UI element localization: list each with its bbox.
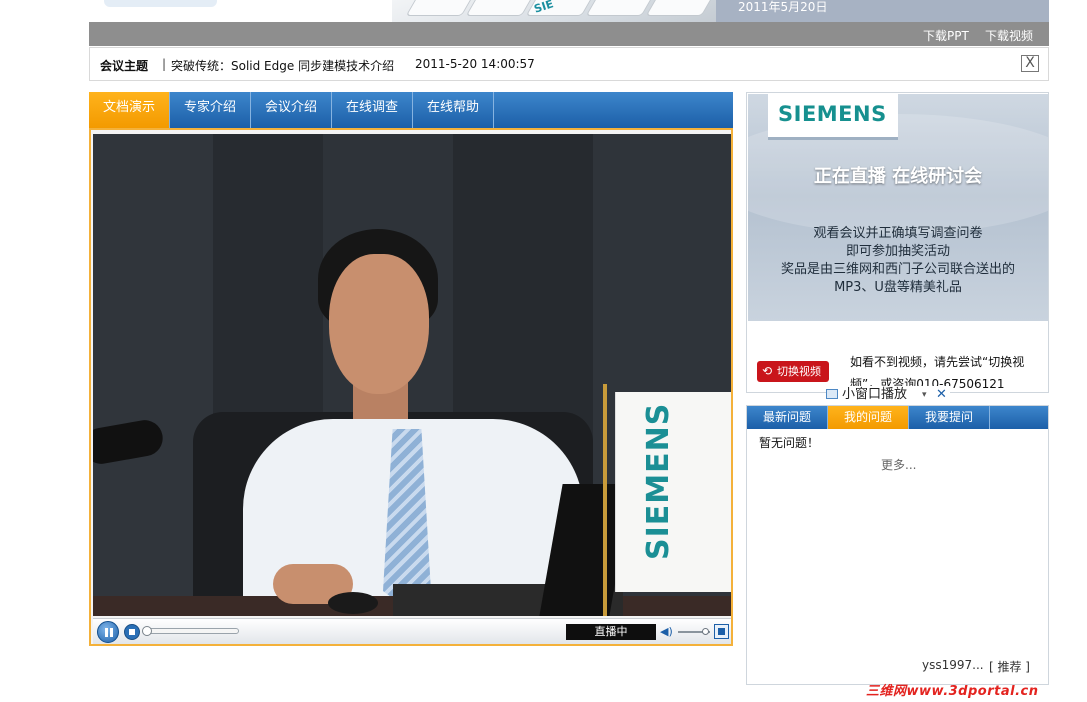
tab-expert-intro[interactable]: 专家介绍: [170, 92, 251, 128]
banner-keyboard-image: SIE: [392, 0, 716, 22]
tab-latest-questions[interactable]: 最新问题: [747, 406, 828, 429]
more-link[interactable]: 更多...: [881, 456, 916, 473]
site-watermark: 三维网www.3dportal.cn: [866, 684, 1039, 699]
keyboard-key: [465, 0, 535, 16]
volume-knob[interactable]: [702, 628, 709, 635]
ad-title: 正在直播 在线研讨会: [813, 166, 983, 187]
ad-line: 观看会议并正确填写调查问卷: [813, 226, 983, 241]
switch-video-button[interactable]: 切换视频: [757, 361, 829, 382]
progress-bar[interactable]: [142, 626, 239, 636]
question-panel: 最新问题 我的问题 我要提问 暂无问题！ 更多... yss1997... [ …: [746, 405, 1049, 685]
topic-label: 会议主题: [100, 59, 149, 73]
topic-separator: |: [162, 57, 167, 71]
computer-mouse: [328, 592, 378, 614]
main-tabs: 文档演示 专家介绍 会议介绍 在线调查 在线帮助: [89, 92, 733, 128]
topic-title: 突破传统：Solid Edge 同步建模技术介绍: [171, 59, 395, 73]
keyboard-key: [585, 0, 655, 16]
tab-online-help[interactable]: 在线帮助: [413, 92, 494, 128]
banner-pill: [104, 0, 217, 7]
volume-slider[interactable]: [678, 628, 710, 635]
progress-knob[interactable]: [142, 626, 152, 636]
pause-icon[interactable]: [97, 621, 119, 643]
stop-icon[interactable]: [124, 624, 140, 640]
question-tabs: 最新问题 我的问题 我要提问: [747, 406, 1048, 429]
tab-my-questions[interactable]: 我的问题: [828, 406, 909, 429]
live-status: 直播中: [566, 624, 656, 640]
top-banner: SIE 2011年5月20日: [89, 0, 1049, 22]
close-icon[interactable]: ✕: [936, 386, 947, 404]
tab-ask-question[interactable]: 我要提问: [909, 406, 990, 429]
volume-icon[interactable]: ◀): [660, 625, 674, 639]
keyboard-key: [405, 0, 475, 16]
mini-window-play-button[interactable]: 小窗口播放 ▾ ✕: [826, 386, 950, 404]
download-bar: 下载PPT 下载视频: [89, 22, 1049, 46]
download-ppt-link[interactable]: 下载PPT: [923, 27, 969, 44]
siemens-flag: SIEMENS: [615, 392, 731, 592]
ad-panel: SIEMENS 正在直播 在线研讨会 观看会议并正确填写调查问卷 即可参加抽奖活…: [746, 92, 1049, 393]
tv-icon: [826, 389, 838, 399]
keyboard-key: [645, 0, 715, 16]
topic-time: 2011-5-20 14:00:57: [415, 57, 535, 71]
recommend-link[interactable]: [ 推荐 ]: [989, 658, 1030, 675]
ad-line: 奖品是由三维网和西门子公司联合送出的: [780, 262, 1015, 277]
ad-banner[interactable]: SIEMENS 正在直播 在线研讨会 观看会议并正确填写调查问卷 即可参加抽奖活…: [748, 94, 1048, 321]
ad-line: MP3、U盘等精美礼品: [834, 280, 962, 295]
video-player: SIEMENS 直播中 ◀): [89, 128, 733, 646]
close-button[interactable]: X: [1021, 55, 1039, 72]
video-help-tip: 如看不到视频，请先尝试“切换视频”，或咨询010-67506121: [850, 355, 1025, 391]
ad-logo-box: SIEMENS: [768, 94, 898, 140]
player-controls: 直播中 ◀): [93, 618, 731, 644]
chevron-down-icon[interactable]: ▾: [922, 386, 927, 404]
mini-window-label: 小窗口播放: [842, 387, 908, 402]
download-video-link[interactable]: 下载视频: [985, 27, 1033, 44]
video-frame[interactable]: SIEMENS: [93, 134, 731, 616]
flag-pole: [603, 384, 607, 616]
user-name[interactable]: yss1997...: [922, 658, 984, 672]
flag-logo-text: SIEMENS: [641, 402, 676, 560]
banner-date-box: 2011年5月20日: [716, 0, 1049, 22]
ad-line: 即可参加抽奖活动: [845, 244, 950, 259]
topic-bar: 会议主题 | 突破传统：Solid Edge 同步建模技术介绍 2011-5-2…: [89, 47, 1049, 81]
siemens-logo: SIEMENS: [778, 102, 887, 126]
person-face: [329, 254, 429, 394]
no-questions-text: 暂无问题！: [759, 436, 820, 450]
tab-document-demo[interactable]: 文档演示: [89, 92, 170, 128]
banner-date: 2011年5月20日: [738, 0, 828, 14]
tab-online-survey[interactable]: 在线调查: [332, 92, 413, 128]
fullscreen-icon[interactable]: [714, 624, 729, 639]
tab-meeting-intro[interactable]: 会议介绍: [251, 92, 332, 128]
